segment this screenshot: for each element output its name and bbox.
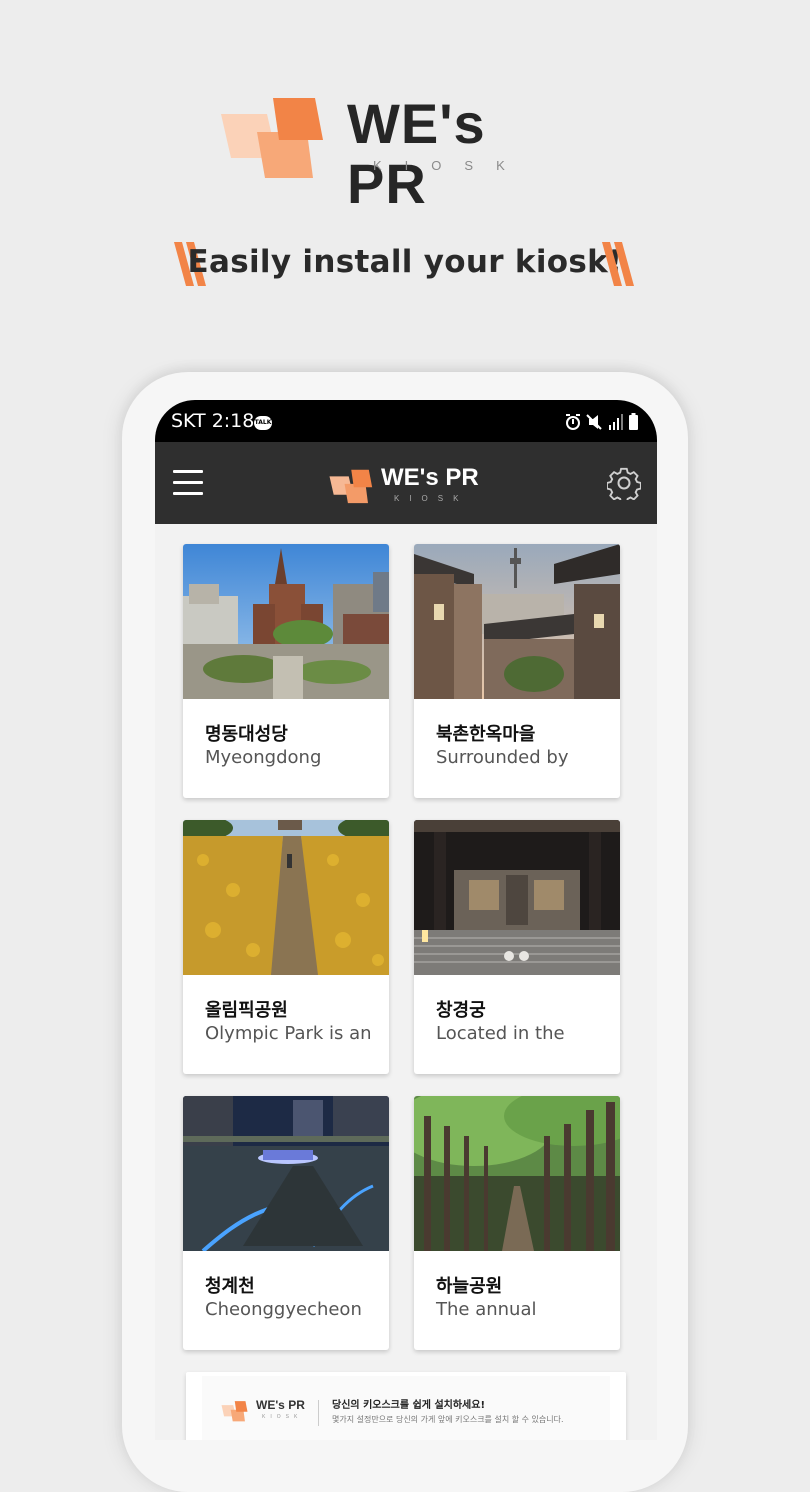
app-logo: WE's PR KIOSK [327, 464, 487, 508]
place-photo-hanok [414, 544, 620, 699]
brand-header: WE's PR KIOSK [215, 92, 575, 214]
banner-logo-icon [221, 1401, 248, 1422]
place-desc: Myeongdong [205, 747, 322, 768]
status-bar: SKT 2:18 TALK [155, 400, 657, 442]
talk-badge: TALK [254, 416, 272, 430]
mute-icon [586, 414, 602, 430]
place-desc: Olympic Park is an [205, 1023, 372, 1044]
place-photo-stream [183, 1096, 389, 1251]
place-photo-cathedral [183, 544, 389, 699]
gear-icon[interactable] [607, 466, 641, 500]
right-slashes-icon [602, 242, 634, 286]
brand-title: WE's PR [347, 92, 486, 215]
phone-screen: SKT 2:18 TALK WE's PR KIOSK 명동대성당 Myeong… [155, 400, 657, 1440]
brand-subtitle: KIOSK [373, 158, 528, 173]
place-card[interactable]: 청계천 Cheonggyecheon [183, 1096, 389, 1350]
place-card[interactable]: 하늘공원 The annual [414, 1096, 620, 1350]
status-carrier-time: SKT 2:18 [171, 410, 255, 432]
place-card[interactable]: 명동대성당 Myeongdong [183, 544, 389, 798]
hamburger-menu-icon[interactable] [173, 470, 203, 496]
install-banner[interactable]: WE's PR KIOSK 당신의 키오스크를 쉽게 설치하세요! 몇가지 설정… [186, 1372, 626, 1440]
app-bar: WE's PR KIOSK [155, 442, 657, 524]
place-card[interactable]: 북촌한옥마을 Surrounded by [414, 544, 620, 798]
place-card[interactable]: 올림픽공원 Olympic Park is an [183, 820, 389, 1074]
brand-logo-icon [221, 98, 323, 178]
place-desc: Cheonggyecheon [205, 1299, 362, 1320]
banner-headline: 당신의 키오스크를 쉽게 설치하세요! [332, 1400, 486, 1411]
place-desc: Located in the [436, 1023, 565, 1044]
place-photo-palace [414, 820, 620, 975]
place-name: 올림픽공원 [205, 1000, 288, 1021]
place-card[interactable]: 창경궁 Located in the [414, 820, 620, 1074]
battery-icon [629, 413, 638, 430]
place-desc: The annual [436, 1299, 537, 1320]
app-logo-icon [329, 469, 373, 504]
place-name: 명동대성당 [205, 724, 288, 745]
banner-title: WE's PR [256, 1398, 305, 1412]
place-photo-forest [414, 1096, 620, 1251]
place-name: 청계천 [205, 1276, 255, 1297]
banner-body: 몇가지 설정만으로 당신의 가게 앞에 키오스크를 설치 할 수 있습니다. [332, 1415, 564, 1424]
banner-subtitle: KIOSK [262, 1414, 303, 1420]
status-icons [566, 413, 638, 430]
banner-divider [318, 1400, 319, 1426]
banner-inner: WE's PR KIOSK 당신의 키오스크를 쉽게 설치하세요! 몇가지 설정… [202, 1376, 610, 1440]
app-title: WE's PR [381, 464, 479, 491]
alarm-icon [566, 414, 580, 430]
place-name: 하늘공원 [436, 1276, 503, 1297]
signal-icon [609, 414, 623, 430]
tagline: Easily install your kiosk! [187, 244, 623, 280]
place-name: 창경궁 [436, 1000, 486, 1021]
place-name: 북촌한옥마을 [436, 724, 536, 745]
tagline-row: Easily install your kiosk! [0, 236, 810, 292]
place-desc: Surrounded by [436, 747, 569, 768]
app-subtitle: KIOSK [394, 494, 469, 503]
place-photo-flower-field [183, 820, 389, 975]
